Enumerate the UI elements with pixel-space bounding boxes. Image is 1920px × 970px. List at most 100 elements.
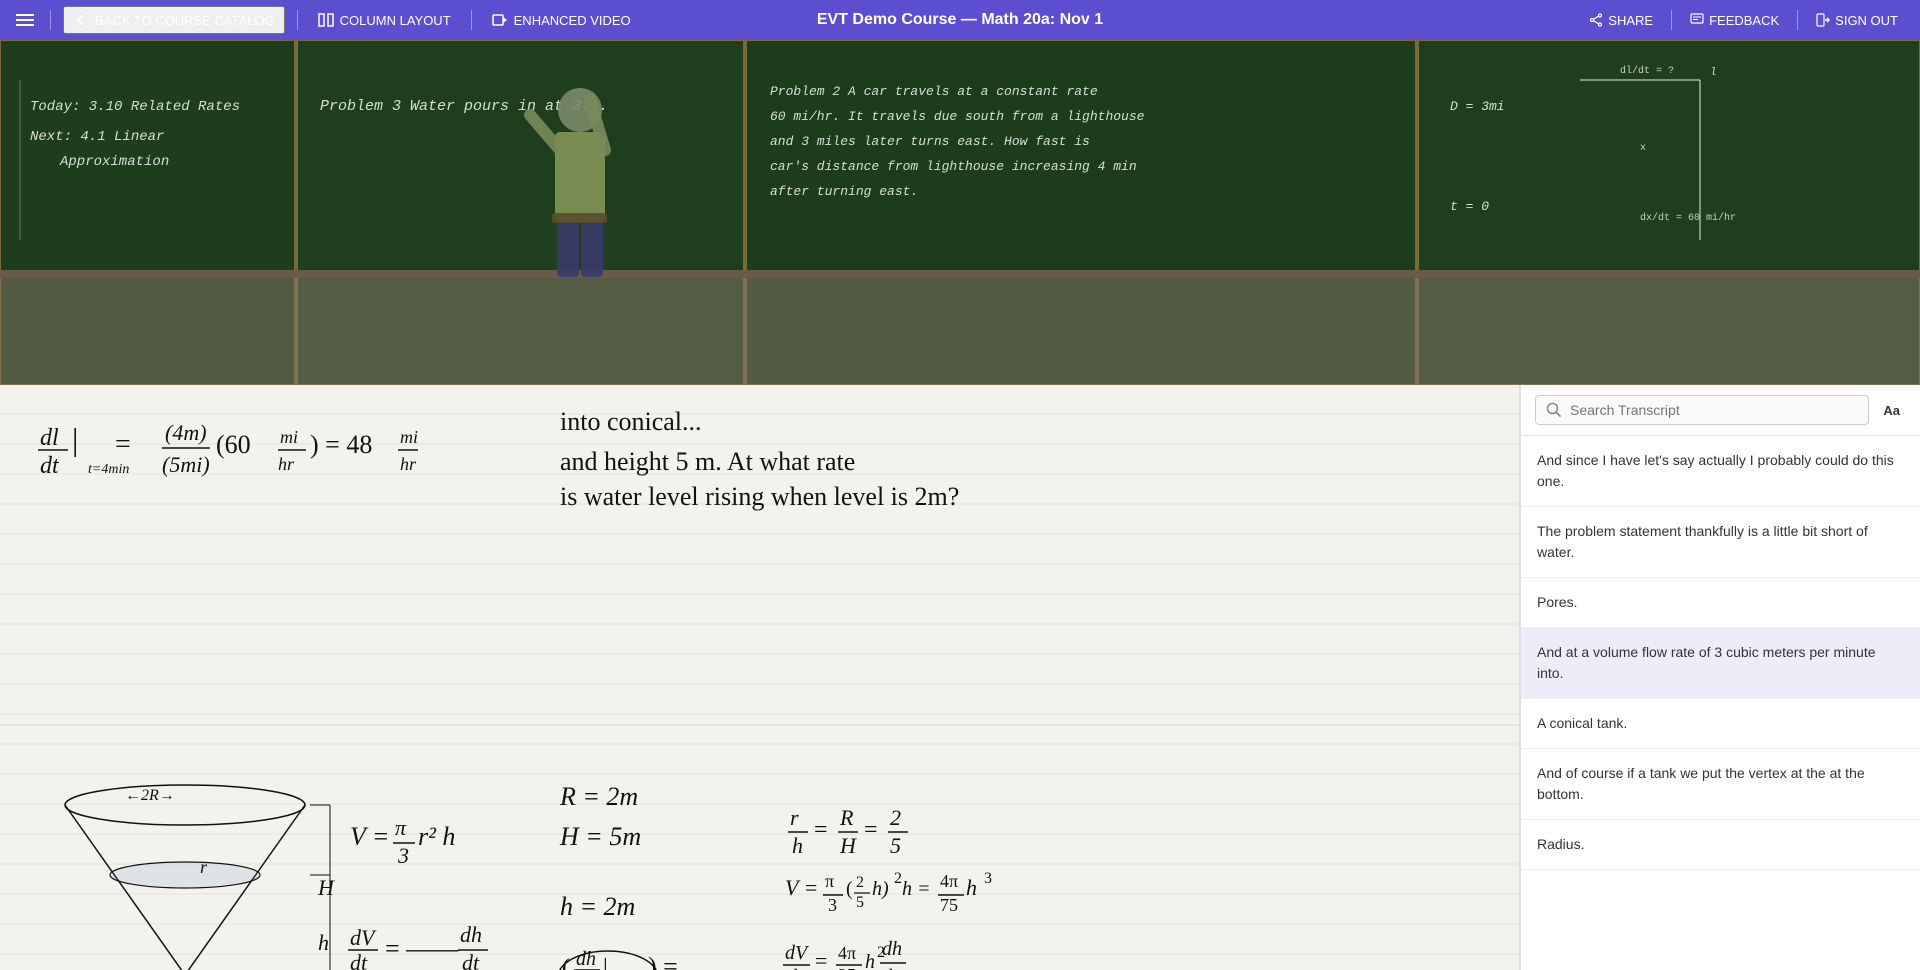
transcript-entry[interactable]: And of course if a tank we put the verte… (1521, 749, 1920, 820)
search-wrapper[interactable] (1535, 395, 1869, 425)
enhanced-video-icon (492, 12, 508, 28)
math-notes-display: dl dt | t=4min = (4m) (5mi) (60 mi hr ) (0, 385, 1519, 970)
svg-text:and height 5 m. At what rate: and height 5 m. At what rate (560, 447, 855, 476)
svg-text:car's distance from lighthouse: car's distance from lighthouse increasin… (770, 159, 1137, 174)
svg-text:h: h (966, 875, 977, 900)
transcript-sidebar: Aa And since I have let's say actually I… (1520, 385, 1920, 970)
svg-text:) =: ) = (648, 952, 678, 970)
signout-label: SIGN OUT (1835, 13, 1898, 28)
share-label: SHARE (1608, 13, 1653, 28)
svg-text:3: 3 (984, 870, 992, 887)
svg-text:mi: mi (400, 427, 418, 447)
blackboard-display: Today: 3.10 Related Rates Next: 4.1 Line… (0, 40, 1920, 385)
back-to-catalog-button[interactable]: BACK TO COURSE CATALOG (63, 6, 285, 34)
svg-text:=: = (115, 429, 131, 460)
svg-text:is water level rising when lev: is water level rising when level is 2m? (560, 482, 959, 511)
svg-text:75: 75 (940, 895, 958, 915)
back-label: BACK TO COURSE CATALOG (95, 13, 275, 28)
search-icon (1546, 402, 1562, 418)
share-icon (1589, 13, 1603, 27)
feedback-button[interactable]: FEEDBACK (1680, 9, 1789, 32)
svg-text:h): h) (872, 878, 889, 900)
svg-text:R = 2m: R = 2m (559, 782, 638, 811)
svg-text:dh: dh (460, 922, 482, 947)
feedback-label: FEEDBACK (1709, 13, 1779, 28)
top-navigation: BACK TO COURSE CATALOG COLUMN LAYOUT ENH… (0, 0, 1920, 40)
transcript-header: Aa (1521, 385, 1920, 436)
svg-text:h: h (792, 833, 803, 858)
nav-divider-1 (50, 10, 51, 30)
svg-text:dt: dt (350, 950, 368, 970)
transcript-entry[interactable]: And at a volume flow rate of 3 cubic met… (1521, 628, 1920, 699)
svg-text:V =: V = (785, 875, 818, 900)
svg-text:2: 2 (890, 805, 901, 830)
column-layout-icon (318, 12, 334, 28)
column-layout-button[interactable]: COLUMN LAYOUT (310, 8, 459, 32)
notes-background: dl dt | t=4min = (4m) (5mi) (60 mi hr ) (0, 385, 1519, 970)
transcript-entry[interactable]: The problem statement thankfully is a li… (1521, 507, 1920, 578)
transcript-entry[interactable]: A conical tank. (1521, 699, 1920, 749)
svg-text:60 mi/hr. It travels due sout: 60 mi/hr. It travels due south from a li… (770, 109, 1145, 124)
svg-text:r: r (790, 805, 799, 830)
svg-text:= ——: = —— (385, 934, 459, 963)
svg-text:H: H (839, 833, 857, 858)
signout-icon (1816, 13, 1830, 27)
svg-text:V =: V = (350, 822, 389, 851)
svg-text:3: 3 (828, 895, 837, 915)
video-player[interactable]: Today: 3.10 Related Rates Next: 4.1 Line… (0, 40, 1920, 385)
svg-text:4π: 4π (940, 871, 958, 891)
svg-text:dh: dh (882, 938, 902, 960)
svg-text:=: = (815, 948, 827, 970)
svg-text:) = 48: ) = 48 (310, 430, 372, 459)
svg-text:R: R (839, 805, 854, 830)
svg-text:h: h (865, 951, 875, 970)
svg-text:(4m): (4m) (165, 420, 207, 445)
svg-text:x: x (1640, 143, 1646, 154)
hamburger-menu-button[interactable] (12, 10, 38, 30)
svg-text:dV: dV (350, 925, 377, 950)
svg-text:l: l (1710, 67, 1717, 79)
svg-text:Next: 4.1 Linear: Next: 4.1 Linear (30, 129, 164, 145)
search-transcript-input[interactable] (1570, 402, 1858, 418)
svg-text:|: | (603, 955, 608, 970)
svg-text:(60: (60 (216, 430, 251, 459)
svg-text:H: H (317, 875, 335, 900)
transcript-entry[interactable]: Pores. (1521, 578, 1920, 628)
svg-text:Approximation: Approximation (59, 154, 169, 170)
svg-text:(: ( (846, 878, 853, 900)
svg-text:π: π (825, 871, 834, 891)
svg-text:r² h: r² h (418, 822, 455, 851)
svg-text:dt: dt (40, 453, 60, 479)
video-section[interactable]: Today: 3.10 Related Rates Next: 4.1 Line… (0, 40, 1920, 385)
svg-text:dV: dV (785, 942, 810, 964)
svg-text:t=4min: t=4min (88, 462, 129, 477)
svg-text:←2R→: ←2R→ (125, 787, 175, 804)
signout-button[interactable]: SIGN OUT (1806, 9, 1908, 32)
font-size-button[interactable]: Aa (1877, 399, 1906, 422)
svg-text:dl: dl (40, 425, 59, 451)
notes-area: dl dt | t=4min = (4m) (5mi) (60 mi hr ) (0, 385, 1520, 970)
svg-text:dh: dh (576, 948, 596, 970)
svg-text:dl/dt = ?: dl/dt = ? (1620, 65, 1674, 77)
share-button[interactable]: SHARE (1579, 9, 1663, 32)
nav-right-group: SHARE FEEDBACK SIGN OUT (1579, 9, 1908, 32)
svg-text:5: 5 (856, 894, 864, 911)
svg-text:into conical...: into conical... (560, 407, 702, 436)
svg-text:hr: hr (400, 454, 417, 474)
transcript-body[interactable]: And since I have let's say actually I pr… (1521, 436, 1920, 970)
svg-text:2: 2 (856, 874, 864, 891)
svg-text:|: | (72, 421, 78, 457)
transcript-entry[interactable]: And since I have let's say actually I pr… (1521, 436, 1920, 507)
svg-text:dt: dt (787, 966, 803, 970)
svg-text:after turning east.: after turning east. (770, 184, 918, 199)
svg-text:mi: mi (280, 427, 298, 447)
svg-text:π: π (395, 815, 407, 840)
nav-divider-3 (471, 10, 472, 30)
main-content: Today: 3.10 Related Rates Next: 4.1 Line… (0, 40, 1920, 970)
enhanced-video-button[interactable]: ENHANCED VIDEO (484, 8, 639, 32)
transcript-entry[interactable]: Radius. (1521, 820, 1920, 870)
svg-text:3: 3 (397, 843, 409, 868)
svg-text:D = 3mi: D = 3mi (1450, 99, 1505, 114)
svg-text:H = 5m: H = 5m (559, 822, 641, 851)
nav-divider-4 (1671, 10, 1672, 30)
